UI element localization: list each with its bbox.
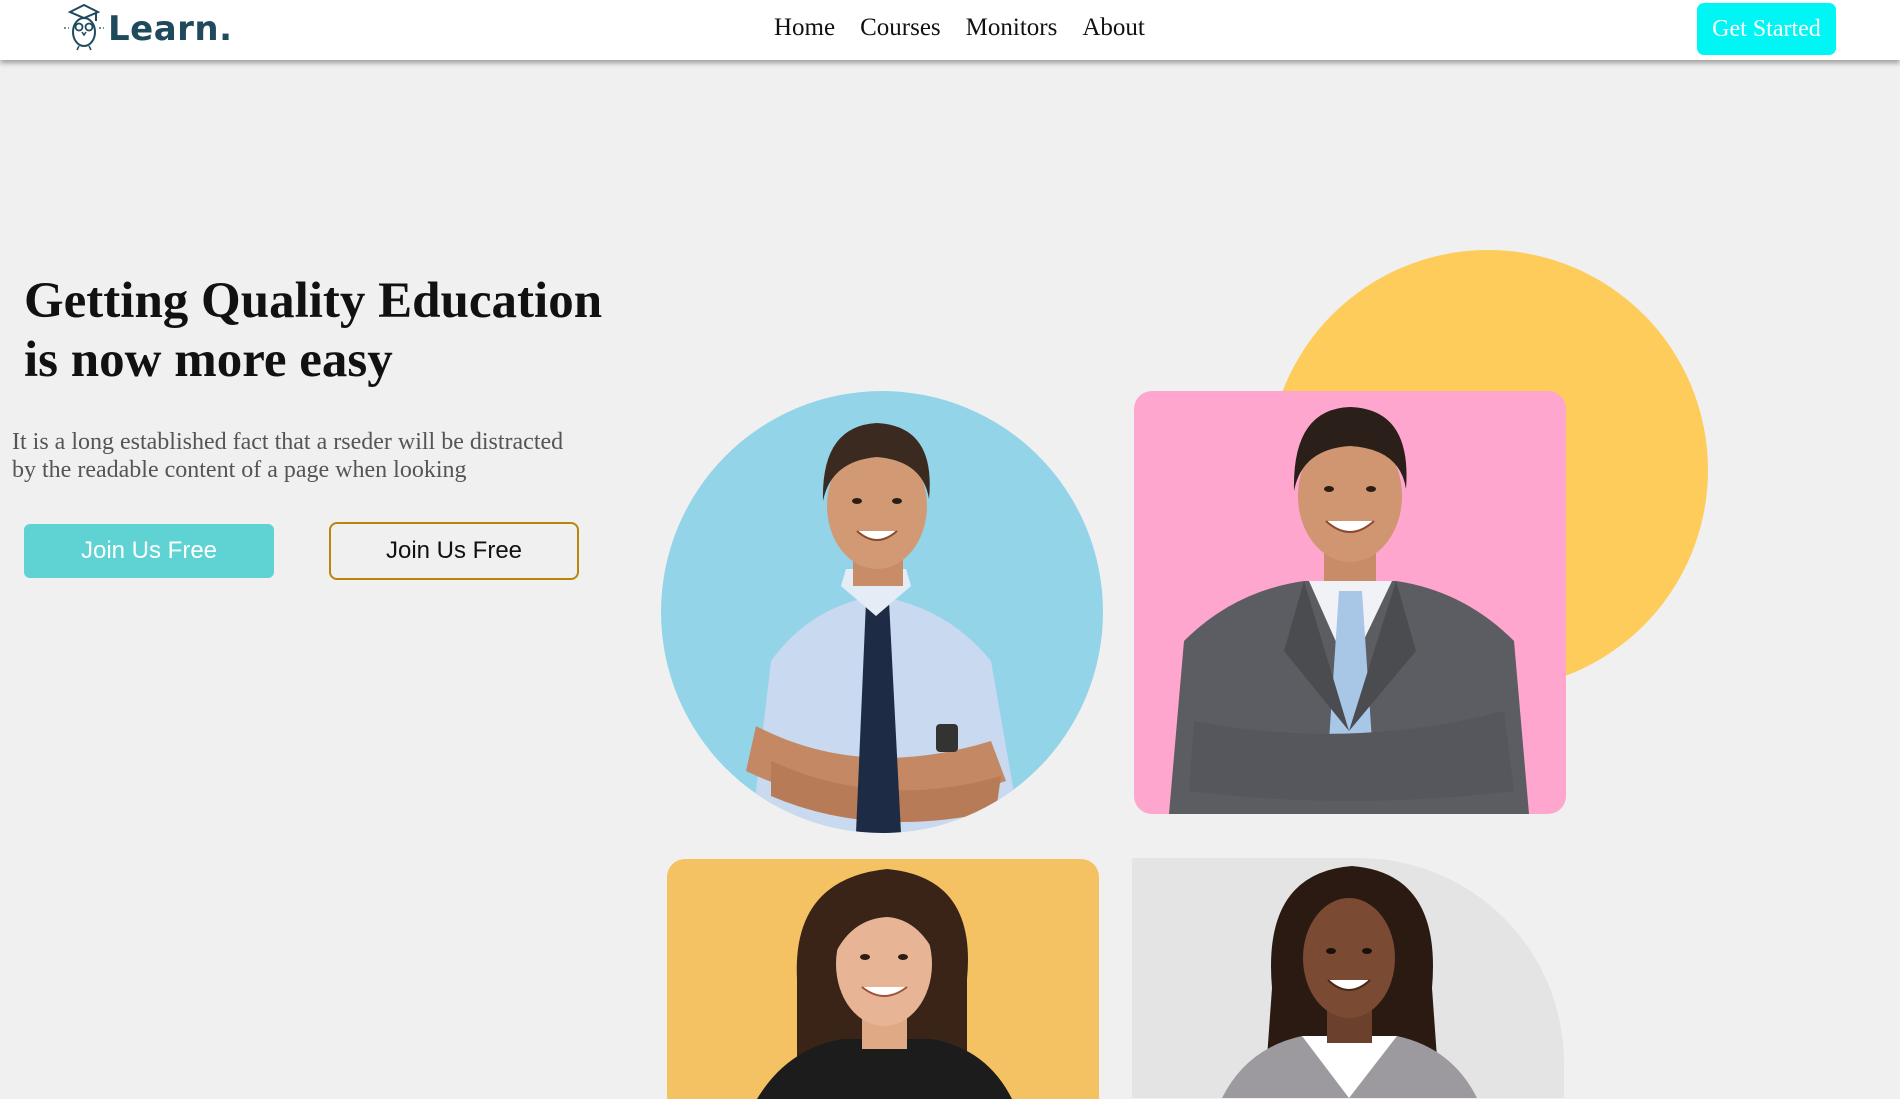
- nav-link-courses[interactable]: Courses: [860, 14, 941, 42]
- scrollbar[interactable]: [1896, 0, 1900, 1071]
- nav-link-home[interactable]: Home: [774, 14, 835, 42]
- hero-title-line-2: is now more easy: [24, 332, 393, 388]
- woman-in-black-blazer-photo: [667, 859, 1099, 1099]
- hero-description: It is a long established fact that a rse…: [12, 428, 612, 484]
- hero-description-line-1: It is a long established fact that a rse…: [12, 429, 564, 455]
- navbar: Learn. Home Courses Monitors About Get S…: [0, 0, 1900, 60]
- join-us-free-outline-button[interactable]: Join Us Free: [329, 522, 579, 580]
- get-started-button[interactable]: Get Started: [1697, 3, 1836, 55]
- nav-link-monitors[interactable]: Monitors: [966, 14, 1058, 42]
- nav-links: Home Courses Monitors About: [774, 14, 1145, 42]
- hero-title: Getting Quality Education is now more ea…: [24, 272, 644, 390]
- man-in-blue-shirt-photo: [661, 391, 1103, 833]
- nav-link-about[interactable]: About: [1082, 14, 1145, 42]
- logo-text: Learn.: [108, 9, 233, 49]
- woman-in-white-blouse-photo: [1132, 858, 1564, 1098]
- graduate-owl-icon: [62, 2, 106, 57]
- man-in-grey-suit-photo: [1134, 391, 1566, 814]
- hero-title-line-1: Getting Quality Education: [24, 273, 603, 329]
- join-us-free-primary-button[interactable]: Join Us Free: [24, 524, 274, 578]
- logo[interactable]: Learn.: [62, 2, 233, 57]
- hero-description-line-2: by the readable content of a page when l…: [12, 457, 467, 483]
